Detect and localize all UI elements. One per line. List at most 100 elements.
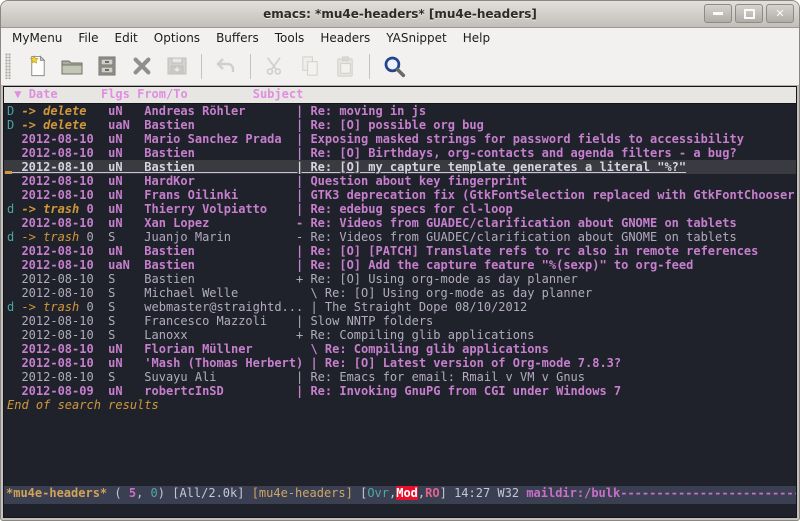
modeline-seg-11: Mod — [396, 486, 418, 500]
message-row[interactable]: 2012-08-10 uN Mario Sanchez Prada | Expo… — [4, 132, 796, 146]
row-mark: D — [7, 104, 21, 118]
row-action: -> delete — [21, 104, 86, 118]
message-row[interactable]: 2012-08-10 uN HardKor | Question about k… — [4, 174, 796, 188]
row-flags: uN — [94, 174, 145, 188]
row-date: 2012-08-10 — [21, 160, 93, 174]
row-thread-sep: | — [296, 118, 310, 132]
message-row[interactable]: 2012-08-10 S Bastien + Re: [O] Using org… — [4, 272, 796, 286]
message-row[interactable]: d -> trash 0 uN Thierry Volpiatto | Re: … — [4, 202, 796, 216]
menu-item-tools[interactable]: Tools — [267, 29, 313, 47]
row-date: 2012-08-10 — [21, 370, 93, 384]
modeline-seg-2: 5 — [129, 486, 136, 500]
row-mark — [7, 244, 21, 258]
toolbar-separator — [369, 54, 370, 79]
row-flags: S — [94, 272, 145, 286]
menu-item-yasnippet[interactable]: YASnippet — [378, 29, 455, 47]
toolbar-drag-handle-icon[interactable] — [5, 53, 11, 79]
new-file-icon[interactable] — [23, 52, 51, 80]
row-subject: Re: [O] Using org-mode as day planner — [310, 272, 577, 286]
row-flags: uN — [94, 202, 145, 216]
row-mark — [7, 216, 21, 230]
row-from: Thierry Volpiatto — [144, 202, 296, 216]
row-thread-sep: | — [296, 160, 310, 174]
header-column-date[interactable]: Date — [29, 87, 58, 101]
message-row[interactable]: 2012-08-10 uN Bastien | Re: [O] [PATCH] … — [4, 244, 796, 258]
undo-icon — [212, 52, 240, 80]
row-flags: uaN — [94, 258, 145, 272]
message-row[interactable]: D -> delete uaN Bastien | Re: [O] possib… — [4, 118, 796, 132]
close-button[interactable]: ✕ — [766, 4, 794, 23]
menu-item-help[interactable]: Help — [455, 29, 498, 47]
message-row[interactable]: d -> trash 0 S Juanjo Marin - Re: Videos… — [4, 230, 796, 244]
menu-item-buffers[interactable]: Buffers — [208, 29, 267, 47]
message-row[interactable]: 2012-08-10 S Suvayu Ali | Re: Emacs for … — [4, 370, 796, 384]
row-thread-sep: | — [296, 314, 310, 328]
row-thread-sep: | — [296, 258, 310, 272]
header-column-from[interactable]: From/To — [137, 87, 188, 101]
row-mark — [7, 384, 21, 398]
close-buffer-icon[interactable] — [128, 52, 156, 80]
message-row[interactable]: 2012-08-10 S Lanoxx + Re: Compiling glib… — [4, 328, 796, 342]
row-subject: GTK3 deprecation fix (GtkFontSelection r… — [310, 188, 796, 202]
row-mark — [7, 258, 21, 272]
message-row[interactable]: 2012-08-10 uN Bastien | Re: [O] my captu… — [4, 160, 796, 174]
end-of-results: End of search results — [4, 398, 796, 412]
message-row[interactable]: 2012-08-10 S Francesco Mazzoli | Slow NN… — [4, 314, 796, 328]
message-row[interactable]: 2012-08-10 S Michael Welle \ Re: [O] Usi… — [4, 286, 796, 300]
message-row[interactable]: D -> delete uN Andreas Röhler | Re: movi… — [4, 104, 796, 118]
modeline-seg-1: ( — [107, 486, 129, 500]
row-action: -> trash — [21, 202, 79, 216]
row-subject: Re: moving in js — [310, 104, 426, 118]
row-mark — [7, 328, 21, 342]
emacs-frame: emacs: *mu4e-headers* [mu4e-headers] ✕ M… — [0, 0, 800, 521]
header-column-flags[interactable]: Flgs — [101, 87, 130, 101]
menu-bar: MyMenuFileEditOptionsBuffersToolsHeaders… — [1, 28, 799, 47]
maximize-button[interactable] — [735, 4, 763, 23]
row-flags: uN — [94, 356, 145, 370]
row-mark — [7, 146, 21, 160]
menu-item-file[interactable]: File — [70, 29, 106, 47]
menu-item-options[interactable]: Options — [146, 29, 208, 47]
modeline-seg-17: ------------------------------------ — [620, 486, 796, 500]
row-thread-sep: | — [310, 356, 324, 370]
row-flags: S — [94, 230, 145, 244]
row-flags: uN — [94, 160, 145, 174]
row-thread-sep: | — [296, 146, 310, 160]
message-row[interactable]: 2012-08-10 uN 'Mash (Thomas Herbert) | R… — [4, 356, 796, 370]
row-thread-sep: | — [296, 244, 310, 258]
minimize-button[interactable] — [704, 4, 732, 23]
dired-icon[interactable] — [93, 52, 121, 80]
menu-item-edit[interactable]: Edit — [107, 29, 146, 47]
modeline-seg-9: Ovr — [367, 486, 389, 500]
row-flags: uaN — [94, 118, 145, 132]
menu-item-headers[interactable]: Headers — [312, 29, 378, 47]
row-action: -> trash — [21, 300, 79, 314]
message-row[interactable]: 2012-08-10 uN Florian Müllner \ Re: Comp… — [4, 342, 796, 356]
modeline-seg-0: *mu4e-headers* — [6, 486, 107, 500]
row-from: Suvayu Ali — [144, 370, 296, 384]
row-mark — [7, 342, 21, 356]
row-flags: uN — [94, 216, 145, 230]
cut-icon — [261, 52, 289, 80]
message-row[interactable]: 2012-08-10 uN Bastien | Re: [O] Birthday… — [4, 146, 796, 160]
message-row[interactable]: 2012-08-10 uN Xan Lopez - Re: Videos fro… — [4, 216, 796, 230]
header-line: ▼ Date Flgs From/To Subject — [4, 87, 796, 104]
message-row[interactable]: 2012-08-10 uaN Bastien | Re: [O] Add the… — [4, 258, 796, 272]
row-mark: D — [7, 118, 21, 132]
row-subject: Re: [O] my capture template generates a … — [310, 160, 686, 174]
message-row[interactable]: 2012-08-10 uN Frans Oilinki | GTK3 depre… — [4, 188, 796, 202]
row-date: 2012-08-10 — [21, 328, 93, 342]
menu-item-mymenu[interactable]: MyMenu — [4, 29, 70, 47]
sort-indicator[interactable]: ▼ — [14, 87, 21, 101]
header-column-subject[interactable]: Subject — [253, 87, 304, 101]
row-subject: Re: [O] Birthdays, org-contacts and agen… — [310, 146, 736, 160]
message-row[interactable]: 2012-08-09 uN robertcInSD | Re: Invoking… — [4, 384, 796, 398]
row-thread-sep: | — [296, 104, 310, 118]
open-file-icon[interactable] — [58, 52, 86, 80]
message-row[interactable]: d -> trash 0 S webmaster@straightd... | … — [4, 300, 796, 314]
search-icon[interactable] — [380, 52, 408, 80]
row-date: 2012-08-10 — [21, 272, 93, 286]
row-subject: Re: [O] Add the capture feature "%(sexp)… — [310, 258, 693, 272]
row-flags: uN — [94, 132, 145, 146]
row-from: Bastien — [144, 146, 296, 160]
